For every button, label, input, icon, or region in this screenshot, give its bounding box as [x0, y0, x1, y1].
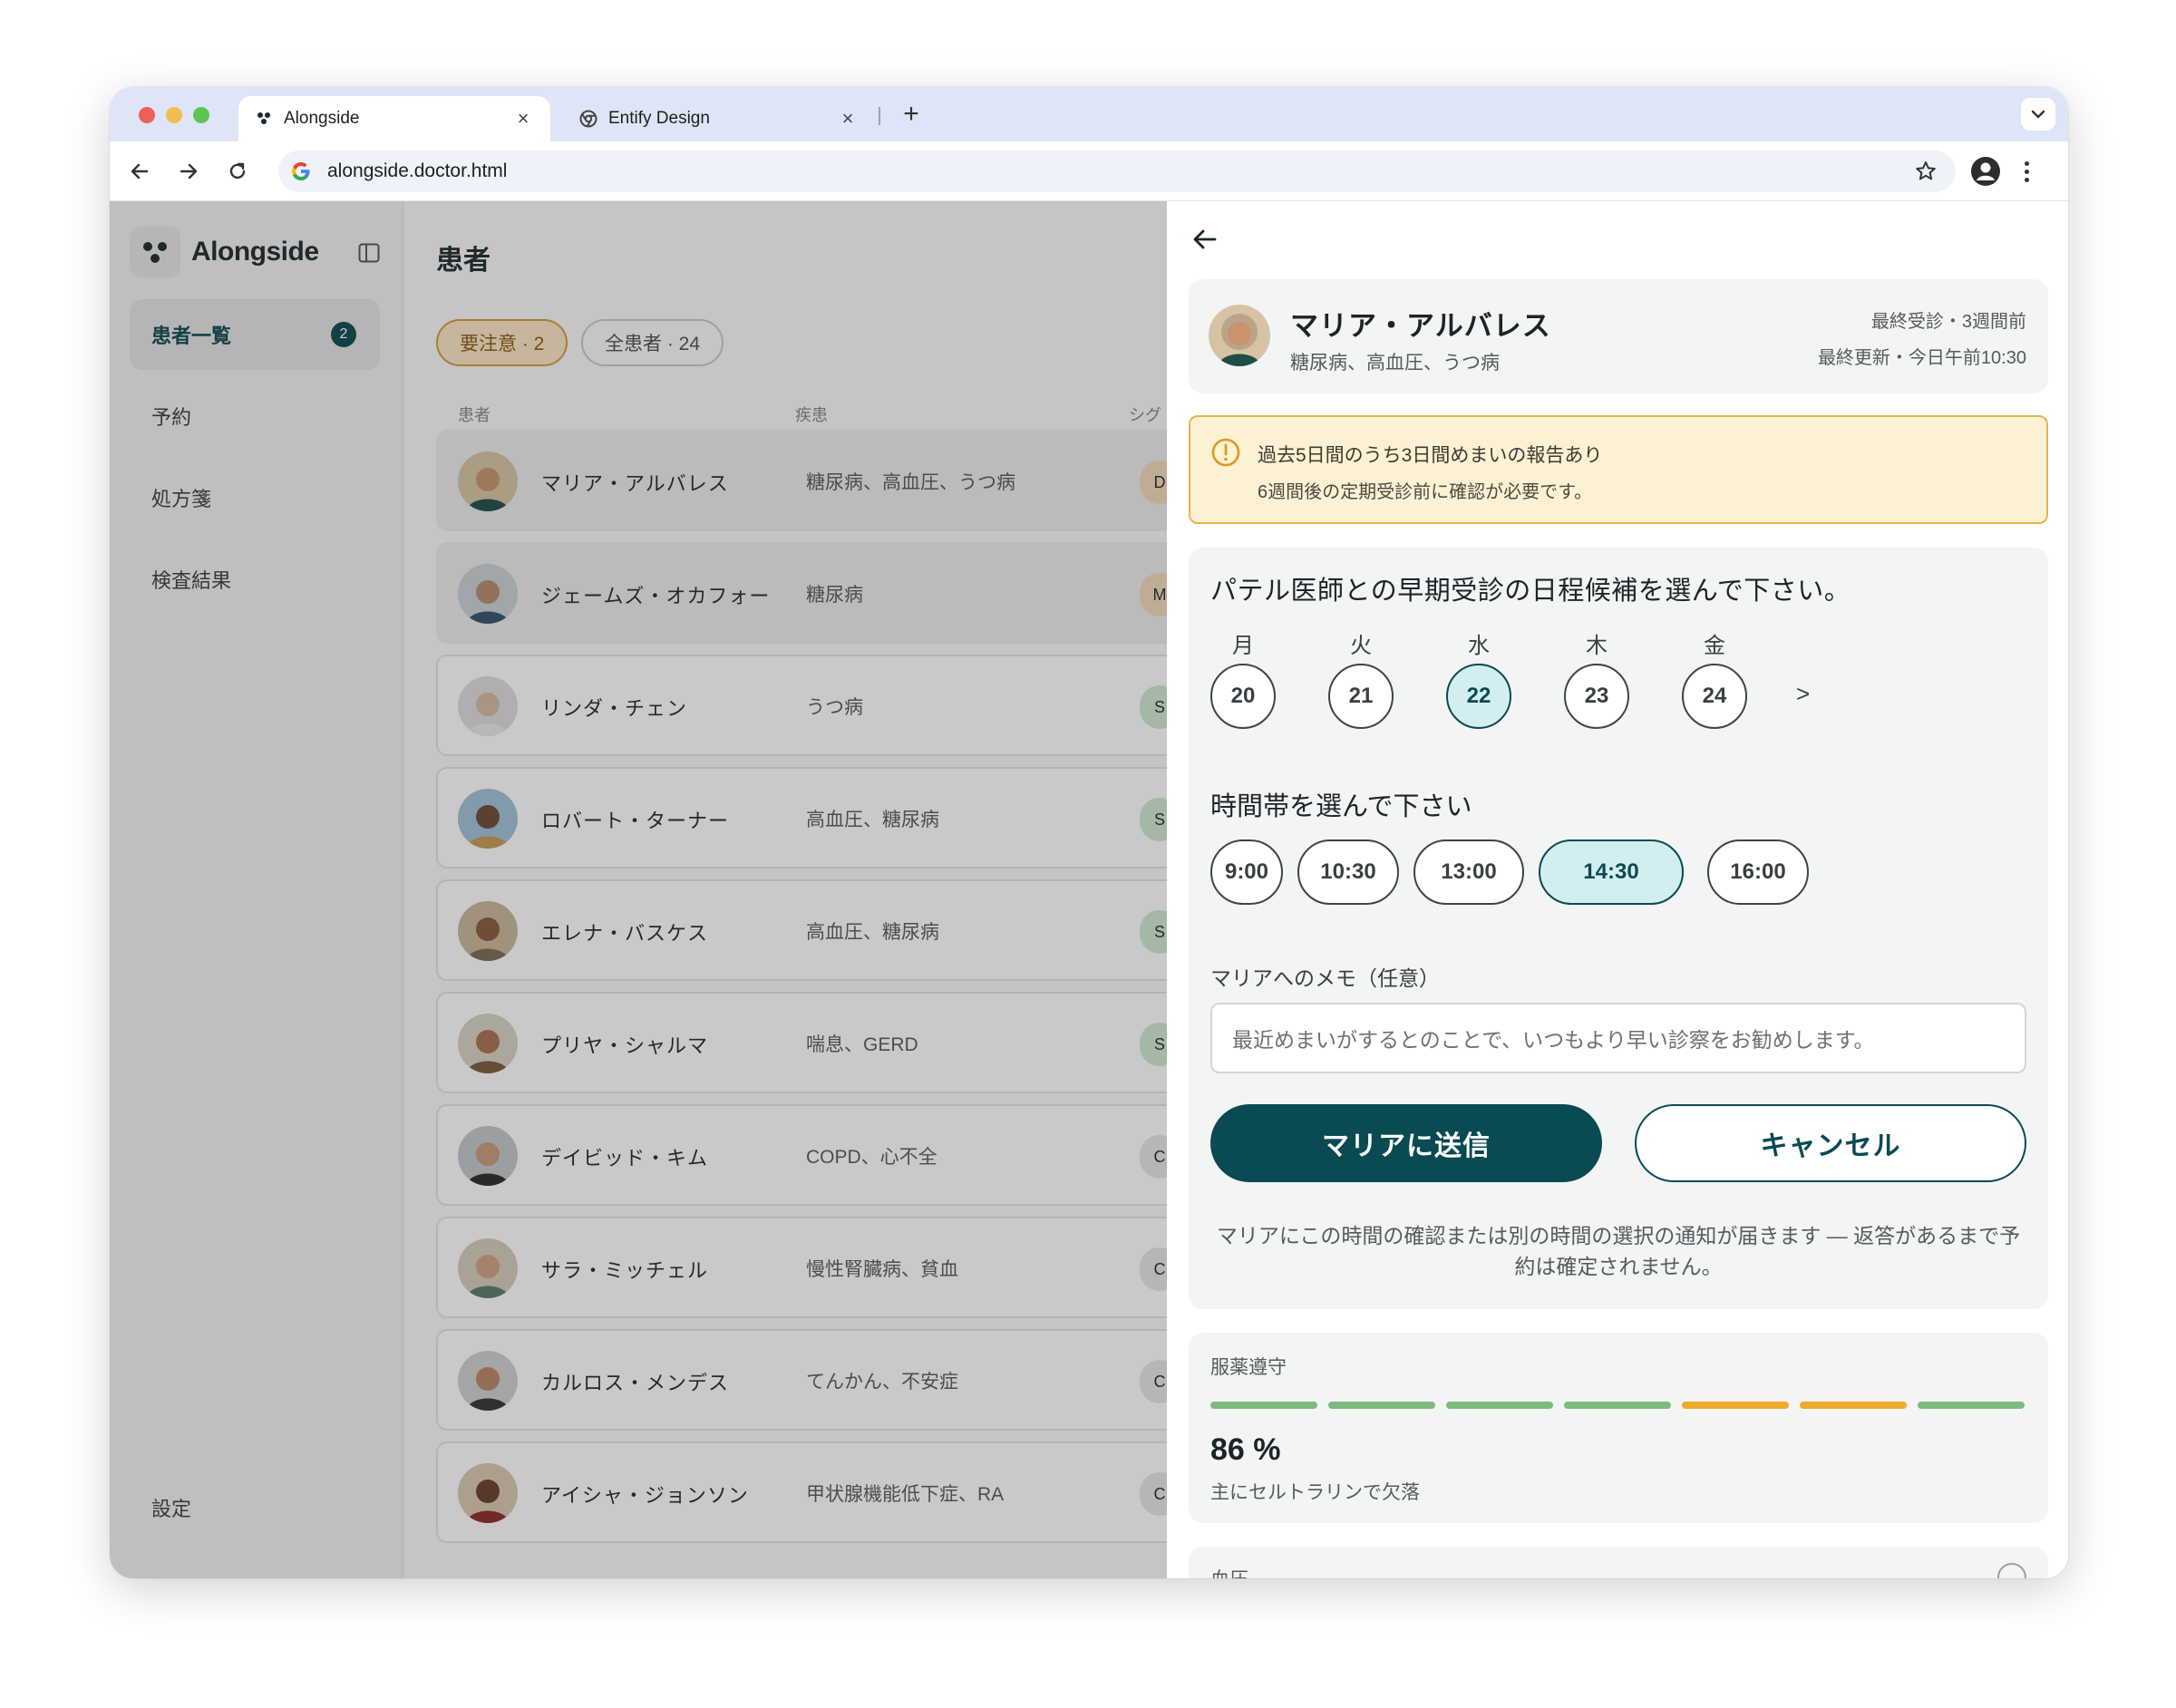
tab-entify-design[interactable]: Entify Design ×	[563, 96, 875, 141]
adherence-value: 86 %	[1210, 1432, 1281, 1467]
time-slot-option[interactable]: 13:00	[1413, 839, 1524, 905]
chrome-favicon-icon	[579, 110, 597, 128]
adherence-day-bar	[1918, 1402, 2025, 1409]
weekday-label: 月	[1232, 634, 1254, 658]
alert-subtitle: 6週間後の定期受診前に確認が必要です。	[1258, 482, 1593, 502]
tab-bar: Alongside × Entify Design × +	[110, 87, 2068, 141]
tab-alongside[interactable]: Alongside ×	[238, 96, 550, 141]
last-visit: 最終受診・3週間前	[1870, 312, 2026, 332]
dizziness-alert: 過去5日間のうち3日間めまいの報告あり 6週間後の定期受診前に確認が必要です。	[1189, 415, 2048, 524]
adherence-card: 服薬遵守 86 % 主にセルトラリンで欠落	[1189, 1333, 2048, 1523]
profile-avatar-icon[interactable]	[1970, 156, 2001, 187]
tab-title: Entify Design	[608, 109, 710, 128]
patient-conditions: 糖尿病、高血圧、うつ病	[1290, 353, 1500, 374]
address-bar-row: alongside.doctor.html	[110, 141, 2068, 201]
adherence-day-bar	[1800, 1402, 1907, 1409]
url-text: alongside.doctor.html	[327, 160, 508, 181]
adherence-subtitle: 主にセルトラリンで欠落	[1210, 1482, 1420, 1503]
memo-input[interactable]	[1210, 1003, 2026, 1073]
browser-window: Alongside × Entify Design × + alongside.…	[110, 87, 2068, 1578]
date-option[interactable]: 24	[1682, 664, 1747, 729]
arrow-left-icon	[1193, 229, 1217, 249]
app: Alongside 患者一覧 2 予約 処方箋 検査結果 設定 患者 要注意 ·…	[110, 201, 2068, 1578]
tab-search-button[interactable]	[2021, 98, 2055, 131]
minimize-window-button[interactable]	[166, 107, 182, 123]
forward-button[interactable]	[173, 156, 204, 187]
reload-icon	[229, 162, 246, 180]
date-option[interactable]: 23	[1564, 664, 1629, 729]
adherence-day-bar	[1564, 1402, 1671, 1409]
schedule-title: パテル医師との早期受診の日程候補を選んで下さい。	[1210, 577, 1851, 606]
memo-label: マリアへのメモ（任意）	[1210, 966, 1440, 990]
scheduling-note: マリアにこの時間の確認または別の時間の選択の通知が届きます — 返答があるまで予…	[1216, 1224, 2021, 1278]
tab-close-icon[interactable]: ×	[512, 107, 534, 131]
weekday-label: 火	[1350, 634, 1372, 658]
tab-separator	[879, 107, 880, 125]
adherence-day-bar	[1328, 1402, 1435, 1409]
warning-circle-icon	[1210, 437, 1241, 468]
arrow-left-icon	[131, 163, 149, 180]
send-to-patient-button[interactable]: マリアに送信	[1210, 1104, 1602, 1182]
date-option[interactable]: 22	[1446, 664, 1511, 729]
url-field[interactable]: alongside.doctor.html	[278, 150, 1956, 192]
tab-title: Alongside	[284, 109, 360, 128]
weekday-label: 金	[1704, 634, 1725, 658]
avatar	[1209, 305, 1270, 366]
cancel-button[interactable]: キャンセル	[1635, 1104, 2026, 1182]
modal-overlay[interactable]	[110, 201, 1277, 1578]
info-icon[interactable]	[1997, 1563, 2026, 1578]
new-tab-button[interactable]: +	[895, 98, 928, 131]
patient-header-card: マリア・アルバレス 糖尿病、高血圧、うつ病 最終受診・3週間前 最終更新・今日午…	[1189, 279, 2048, 393]
tab-close-icon[interactable]: ×	[837, 107, 859, 131]
panel-back-button[interactable]	[1190, 225, 1219, 254]
time-slot-option[interactable]: 14:30	[1539, 839, 1684, 905]
chevron-down-icon	[2031, 110, 2045, 119]
reload-button[interactable]	[222, 156, 253, 187]
time-slot-option[interactable]: 10:30	[1297, 839, 1399, 905]
date-option[interactable]: 20	[1210, 664, 1276, 729]
google-icon	[289, 160, 313, 183]
blood-pressure-card: 血圧	[1189, 1547, 2048, 1578]
adherence-day-bar	[1446, 1402, 1553, 1409]
arrow-right-icon	[180, 163, 198, 180]
time-slot-option[interactable]: 16:00	[1707, 839, 1809, 905]
schedule-card: パテル医師との早期受診の日程候補を選んで下さい。 月 20 火 21 水 22 木 23 金 24…	[1189, 548, 2048, 1309]
date-option[interactable]: 21	[1328, 664, 1394, 729]
close-window-button[interactable]	[139, 107, 155, 123]
bookmark-star-icon[interactable]	[1912, 158, 1939, 185]
blood-pressure-label: 血圧	[1210, 1565, 1248, 1578]
maximize-window-button[interactable]	[193, 107, 209, 123]
alongside-favicon-icon	[255, 110, 273, 128]
back-button[interactable]	[124, 156, 155, 187]
browser-menu-icon[interactable]	[2017, 156, 2035, 187]
patient-detail-panel: マリア・アルバレス 糖尿病、高血圧、うつ病 最終受診・3週間前 最終更新・今日午…	[1167, 201, 2068, 1578]
adherence-day-bar	[1682, 1402, 1789, 1409]
next-week-button[interactable]: >	[1796, 680, 1810, 708]
alert-title: 過去5日間のうち3日間めまいの報告あり	[1258, 445, 1603, 466]
time-slot-option[interactable]: 9:00	[1210, 839, 1283, 905]
adherence-day-bar	[1210, 1402, 1317, 1409]
time-slot-title: 時間帯を選んで下さい	[1210, 792, 1472, 821]
last-update: 最終更新・今日午前10:30	[1817, 348, 2026, 368]
patient-name: マリア・アルバレス	[1290, 310, 1551, 342]
adherence-label: 服薬遵守	[1210, 1357, 1287, 1378]
weekday-label: 水	[1468, 634, 1490, 658]
weekday-label: 木	[1586, 634, 1608, 658]
